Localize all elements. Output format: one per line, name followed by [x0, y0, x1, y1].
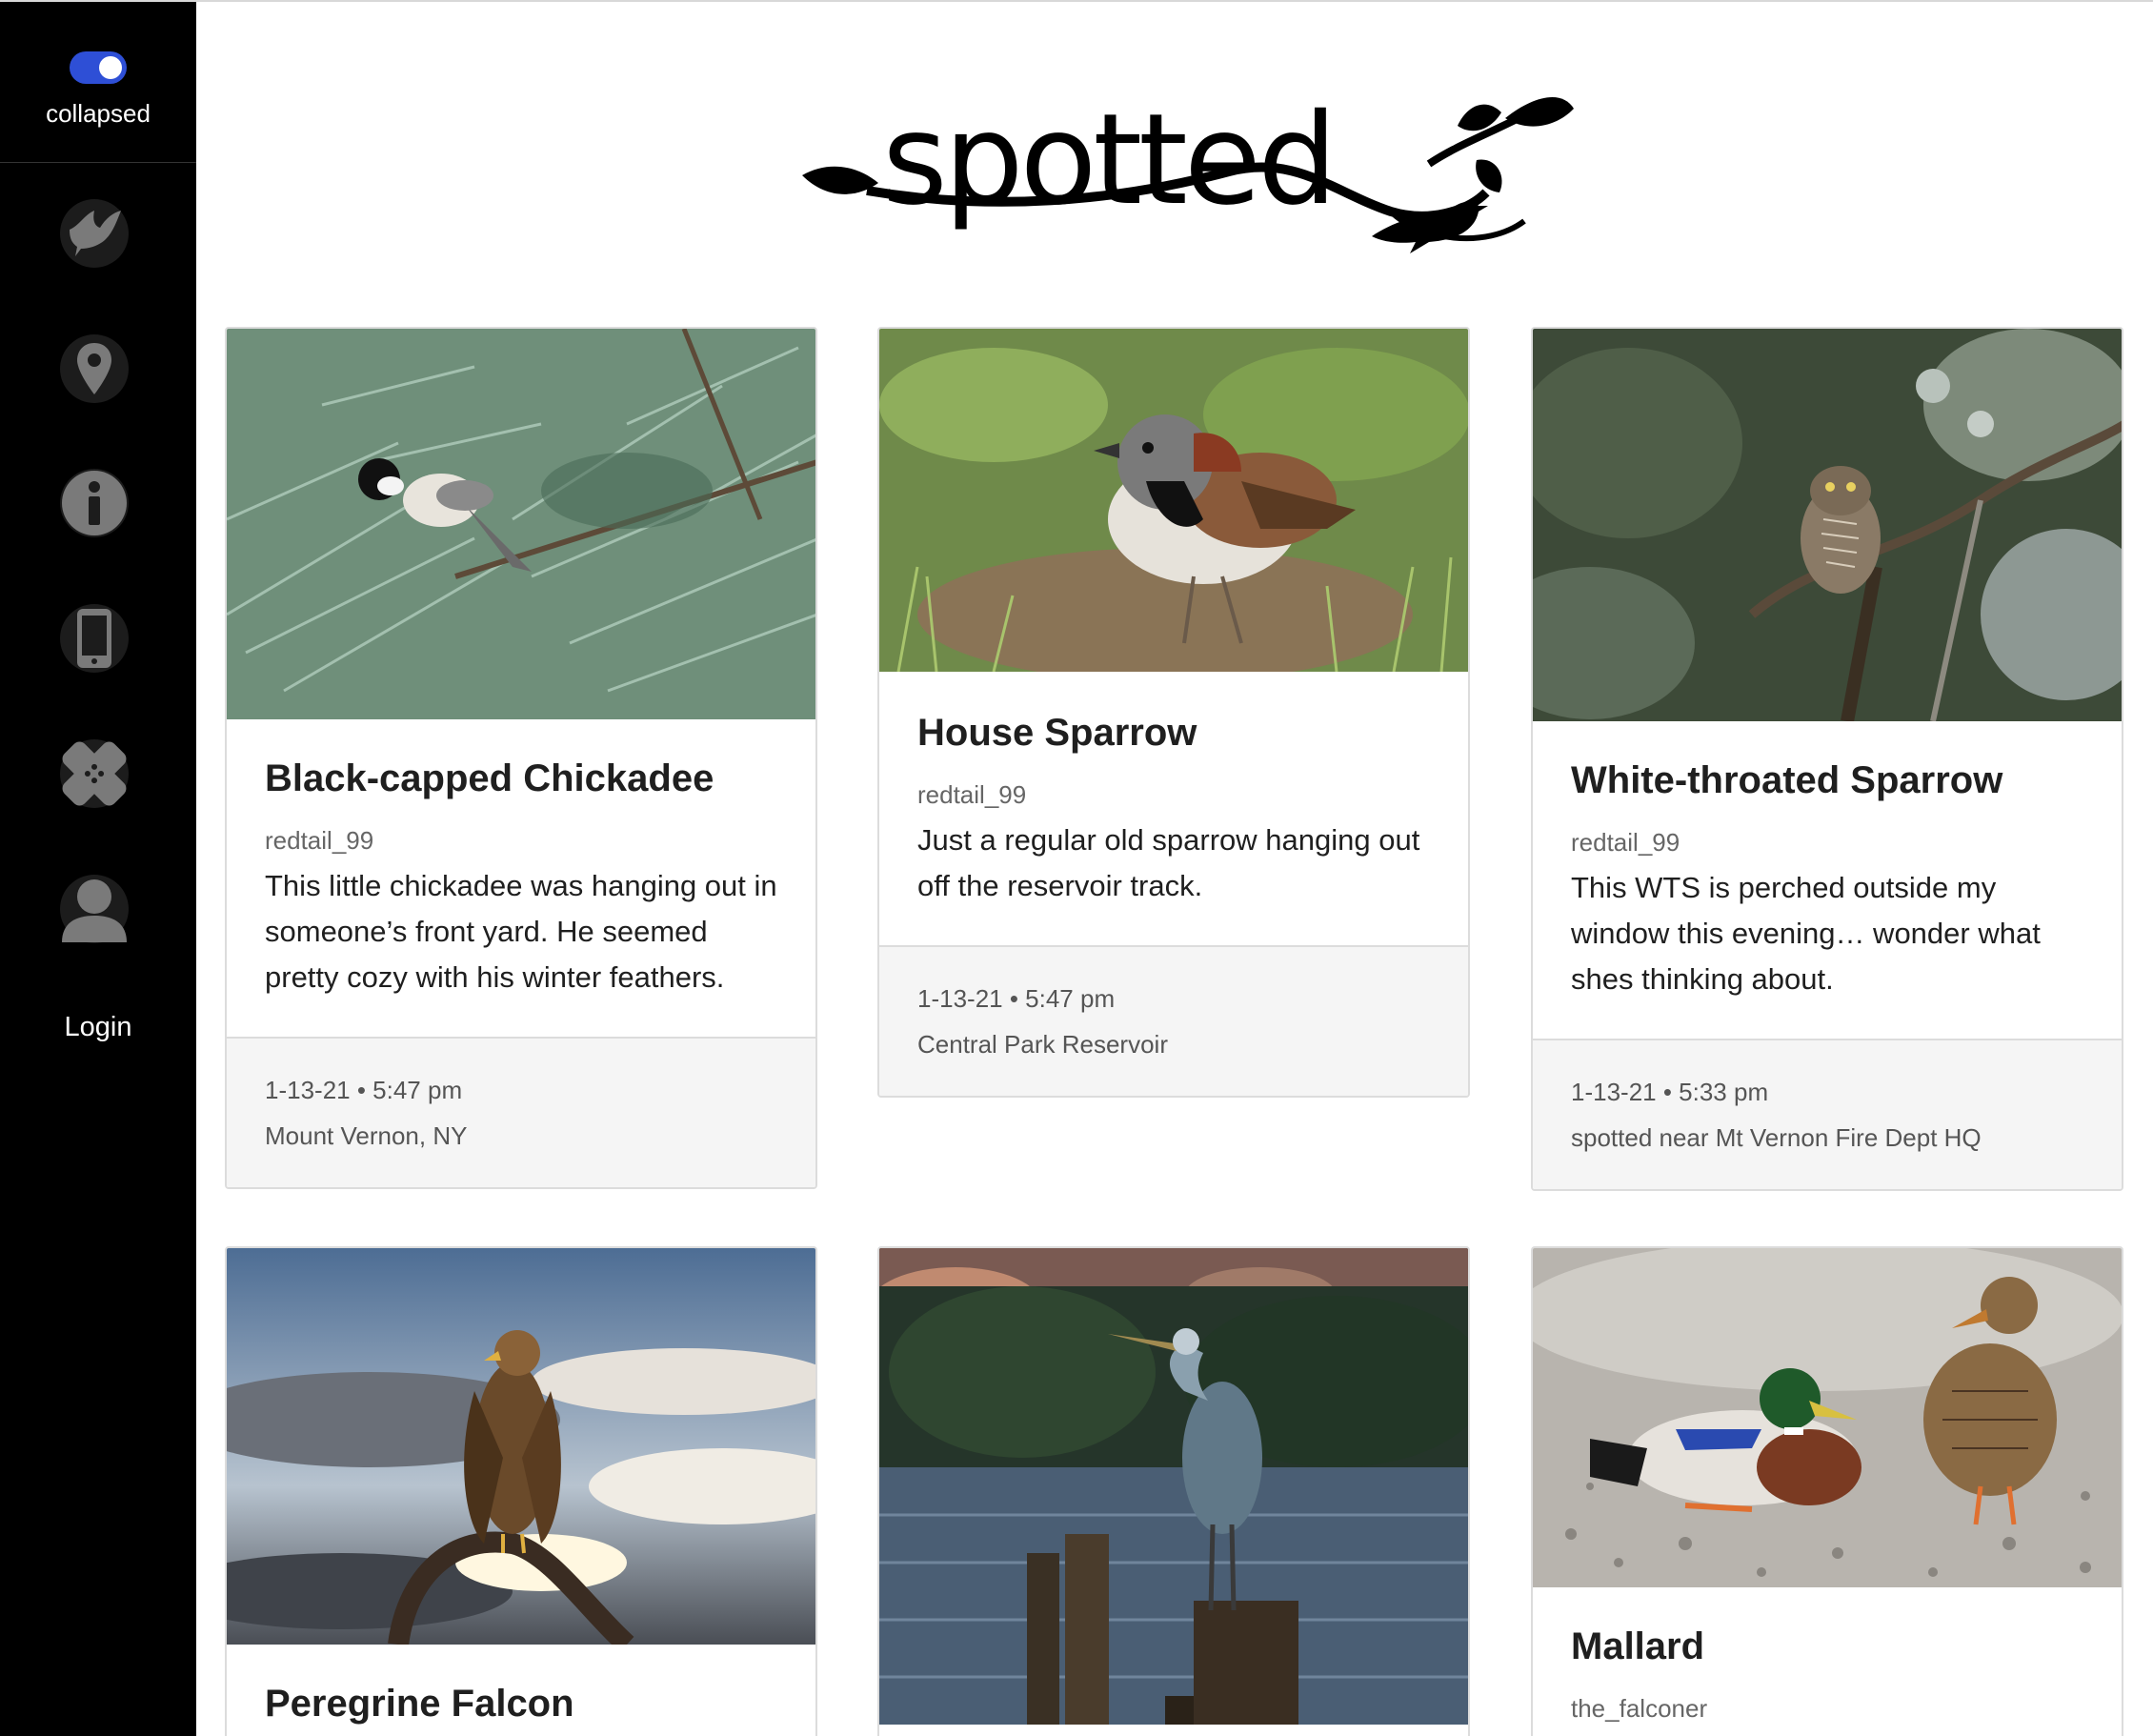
- logo-wordmark: spotted: [882, 87, 1338, 233]
- card-title[interactable]: Mallard: [1571, 1624, 2083, 1669]
- sighting-card[interactable]: Mallard the_falconer: [1531, 1246, 2123, 1736]
- bandage-icon[interactable]: [60, 739, 129, 808]
- user-icon[interactable]: [60, 875, 129, 943]
- spotted-logo: spotted: [800, 69, 1581, 259]
- phone-icon[interactable]: [60, 604, 129, 673]
- sparrow-on-grass-photo: [879, 329, 1468, 672]
- card-location: spotted near Mt Vernon Fire Dept HQ: [1571, 1123, 1982, 1152]
- card-body: Black-capped Chickadee redtail_99 This l…: [227, 719, 815, 1037]
- sighting-card[interactable]: House Sparrow redtail_99 Just a regular …: [877, 327, 1470, 1098]
- eagle-on-branch-photo: [227, 1248, 815, 1645]
- sighting-card[interactable]: White-throated Sparrow redtail_99 This W…: [1531, 327, 2123, 1191]
- card-location: Mount Vernon, NY: [265, 1121, 468, 1150]
- card-timestamp: 1-13-21 • 5:47 pm: [265, 1076, 463, 1104]
- location-pin-icon[interactable]: [60, 334, 129, 403]
- sidebar: collapsed Login: [0, 2, 196, 1736]
- card-timestamp: 1-13-21 • 5:47 pm: [917, 984, 1116, 1013]
- sighting-card[interactable]: [877, 1246, 1470, 1736]
- card-timestamp: 1-13-21 • 5:33 pm: [1571, 1078, 1769, 1106]
- collapse-toggle[interactable]: [70, 51, 127, 84]
- collapse-toggle-label: collapsed: [46, 99, 151, 128]
- app-root: collapsed Login spotted Black-capped Chi…: [0, 0, 2153, 1736]
- card-title[interactable]: White-throated Sparrow: [1571, 757, 2083, 803]
- card-location: Central Park Reservoir: [917, 1030, 1168, 1059]
- card-username[interactable]: redtail_99: [1571, 828, 2083, 858]
- card-footer: 1-13-21 • 5:33 pm spotted near Mt Vernon…: [1533, 1039, 2122, 1189]
- card-body: White-throated Sparrow redtail_99 This W…: [1533, 721, 2122, 1039]
- card-description: This WTS is perched outside my window th…: [1571, 871, 2041, 996]
- sighting-card[interactable]: Peregrine Falcon: [225, 1246, 817, 1736]
- bird-icon[interactable]: [60, 199, 129, 268]
- card-body: Peregrine Falcon: [227, 1645, 815, 1726]
- sighting-card[interactable]: Black-capped Chickadee redtail_99 This l…: [225, 327, 817, 1189]
- card-username[interactable]: the_falconer: [1571, 1694, 2083, 1724]
- card-body: Mallard the_falconer: [1533, 1587, 2122, 1724]
- card-username[interactable]: redtail_99: [917, 780, 1430, 810]
- card-body: House Sparrow redtail_99 Just a regular …: [879, 672, 1468, 945]
- card-footer: 1-13-21 • 5:47 pm Mount Vernon, NY: [227, 1037, 815, 1187]
- card-description: Just a regular old sparrow hanging out o…: [917, 823, 1420, 902]
- card-title[interactable]: House Sparrow: [917, 710, 1430, 756]
- card-description: This little chickadee was hanging out in…: [265, 869, 777, 994]
- ducks-on-gravel-photo: [1533, 1248, 2122, 1587]
- card-username[interactable]: redtail_99: [265, 826, 777, 856]
- heron-on-post-photo: [879, 1248, 1468, 1725]
- card-title[interactable]: Peregrine Falcon: [265, 1681, 777, 1726]
- info-icon[interactable]: [60, 469, 129, 537]
- sidebar-header: collapsed: [0, 2, 196, 163]
- owl-on-branch-photo: [1533, 329, 2122, 721]
- chickadee-in-pine-photo: [227, 329, 815, 719]
- card-title[interactable]: Black-capped Chickadee: [265, 756, 777, 801]
- toggle-knob: [99, 56, 122, 79]
- login-link[interactable]: Login: [0, 1012, 196, 1043]
- card-footer: 1-13-21 • 5:47 pm Central Park Reservoir: [879, 945, 1468, 1096]
